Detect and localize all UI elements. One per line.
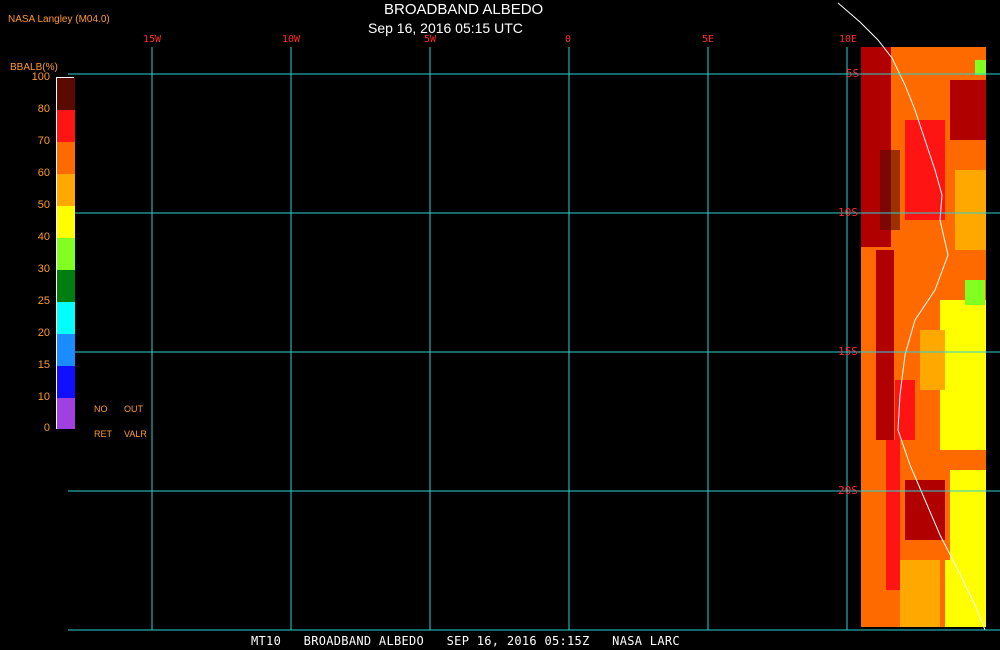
colorbar-level: 20 (37, 327, 50, 339)
colorbar-level: 70 (37, 135, 50, 147)
lat-label-20s: 20S (838, 484, 858, 497)
legend-no-label: NO (94, 404, 108, 414)
colorbar-swatch (57, 270, 75, 302)
lat-label-15s: 15S (838, 345, 858, 358)
colorbar-swatch (57, 334, 75, 366)
lat-lon-grid (68, 47, 1000, 631)
colorbar-swatch (57, 398, 75, 429)
colorbar-swatch (57, 206, 75, 238)
lat-label-10s: 10S (838, 206, 858, 219)
colorbar-swatch (57, 174, 75, 206)
lon-label-10w: 10W (282, 34, 301, 45)
lon-label-0: 0 (565, 34, 572, 45)
lon-label-15w: 15W (143, 34, 162, 45)
legend-valr-label: VALR (124, 429, 147, 439)
colorbar-swatch (57, 142, 75, 174)
colorbar-level: 15 (37, 359, 50, 371)
colorbar-level: 100 (31, 71, 50, 83)
colorbar-swatch (57, 78, 75, 110)
colorbar-level: 30 (37, 263, 50, 275)
colorbar-swatch (57, 110, 75, 142)
colorbar-level: 40 (37, 231, 50, 243)
legend-ret-label: RET (94, 429, 112, 439)
colorbar-swatch (57, 238, 75, 270)
footer-caption: MT10 BROADBAND ALBEDO SEP 16, 2016 05:15… (251, 634, 680, 648)
legend-out-label: OUT (124, 404, 143, 414)
colorbar-level: 0 (43, 422, 50, 434)
map-canvas (68, 2, 1000, 631)
colorbar (56, 77, 75, 429)
colorbar-level: 80 (37, 103, 50, 115)
colorbar-level: 50 (37, 199, 50, 211)
lon-label-5w: 5W (424, 34, 437, 45)
colorbar-level: 10 (37, 391, 50, 403)
lon-label-5e: 5E (702, 34, 715, 45)
colorbar-level: 25 (37, 295, 50, 307)
lon-label-10e: 10E (839, 34, 858, 45)
colorbar-level: 60 (37, 167, 50, 179)
lat-label-5s: 5S (846, 67, 860, 80)
colorbar-swatch (57, 302, 75, 334)
colorbar-swatch (57, 366, 75, 398)
